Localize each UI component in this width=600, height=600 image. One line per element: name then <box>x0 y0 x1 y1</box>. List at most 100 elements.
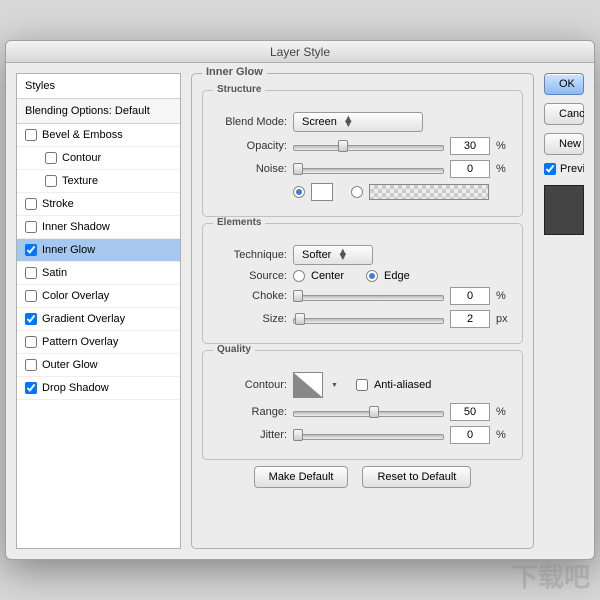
opacity-slider[interactable] <box>293 139 444 153</box>
sidebar-item-label: Bevel & Emboss <box>42 129 123 141</box>
sidebar-item-texture[interactable]: Texture <box>17 170 180 193</box>
technique-select[interactable]: Softer ▲▼ <box>293 245 373 265</box>
sidebar-checkbox[interactable] <box>25 221 37 233</box>
sidebar-item-inner-glow[interactable]: Inner Glow <box>17 239 180 262</box>
anti-aliased-label: Anti-aliased <box>374 379 431 391</box>
preview-label: Preview <box>560 163 584 175</box>
opacity-label: Opacity: <box>213 140 287 152</box>
make-default-button[interactable]: Make Default <box>254 466 349 488</box>
ok-button[interactable]: OK <box>544 73 584 95</box>
main-panel: Inner Glow Structure Blend Mode: Screen … <box>191 73 534 549</box>
sidebar-checkbox[interactable] <box>25 267 37 279</box>
gradient-radio[interactable] <box>351 186 363 198</box>
sidebar-item-color-overlay[interactable]: Color Overlay <box>17 285 180 308</box>
sidebar-checkbox[interactable] <box>45 175 57 187</box>
sidebar-item-bevel-emboss[interactable]: Bevel & Emboss <box>17 124 180 147</box>
opacity-input[interactable]: 30 <box>450 137 490 155</box>
sidebar-item-inner-shadow[interactable]: Inner Shadow <box>17 216 180 239</box>
preview-checkbox[interactable] <box>544 163 556 175</box>
noise-label: Noise: <box>213 163 287 175</box>
source-center-radio[interactable] <box>293 270 305 282</box>
solid-color-radio[interactable] <box>293 186 305 198</box>
sidebar-item-label: Inner Glow <box>42 244 95 256</box>
sidebar-item-gradient-overlay[interactable]: Gradient Overlay <box>17 308 180 331</box>
sidebar-checkbox[interactable] <box>25 382 37 394</box>
sidebar-item-label: Drop Shadow <box>42 382 109 394</box>
technique-label: Technique: <box>213 249 287 261</box>
chevron-down-icon[interactable]: ▼ <box>331 382 338 389</box>
sidebar-checkbox[interactable] <box>25 359 37 371</box>
blend-mode-label: Blend Mode: <box>213 116 287 128</box>
noise-input[interactable]: 0 <box>450 160 490 178</box>
sidebar-item-label: Contour <box>62 152 101 164</box>
sidebar-item-drop-shadow[interactable]: Drop Shadow <box>17 377 180 400</box>
noise-row: Noise: 0 % <box>213 160 512 178</box>
range-input[interactable]: 50 <box>450 403 490 421</box>
sidebar-item-label: Inner Shadow <box>42 221 110 233</box>
size-unit: px <box>496 313 512 325</box>
elements-legend: Elements <box>213 217 265 228</box>
titlebar: Layer Style <box>6 41 594 63</box>
preview-row: Preview <box>544 163 584 175</box>
preview-swatch <box>544 185 584 235</box>
range-slider[interactable] <box>293 405 444 419</box>
quality-legend: Quality <box>213 344 255 355</box>
noise-unit: % <box>496 163 512 175</box>
opacity-unit: % <box>496 140 512 152</box>
contour-picker[interactable] <box>293 372 323 398</box>
styles-sidebar: Styles Blending Options: Default Bevel &… <box>16 73 181 549</box>
inner-glow-group: Inner Glow Structure Blend Mode: Screen … <box>191 73 534 549</box>
structure-group: Structure Blend Mode: Screen ▲▼ Opacity:… <box>202 90 523 217</box>
size-input[interactable]: 2 <box>450 310 490 328</box>
source-center-label: Center <box>311 270 344 282</box>
sidebar-blending-options[interactable]: Blending Options: Default <box>17 99 180 124</box>
blend-mode-value: Screen <box>302 116 337 128</box>
choke-row: Choke: 0 % <box>213 287 512 305</box>
blend-mode-select[interactable]: Screen ▲▼ <box>293 112 423 132</box>
structure-legend: Structure <box>213 84 265 95</box>
choke-slider[interactable] <box>293 289 444 303</box>
sidebar-item-label: Pattern Overlay <box>42 336 118 348</box>
jitter-row: Jitter: 0 % <box>213 426 512 444</box>
jitter-slider[interactable] <box>293 428 444 442</box>
sidebar-checkbox[interactable] <box>45 152 57 164</box>
sidebar-item-satin[interactable]: Satin <box>17 262 180 285</box>
size-slider[interactable] <box>293 312 444 326</box>
source-row: Source: Center Edge <box>213 270 512 282</box>
cancel-button[interactable]: Cancel <box>544 103 584 125</box>
sidebar-checkbox[interactable] <box>25 336 37 348</box>
updown-icon: ▲▼ <box>337 250 348 260</box>
sidebar-checkbox[interactable] <box>25 290 37 302</box>
blend-mode-row: Blend Mode: Screen ▲▼ <box>213 112 512 132</box>
glow-gradient-swatch[interactable] <box>369 184 489 200</box>
sidebar-checkbox[interactable] <box>25 198 37 210</box>
source-label: Source: <box>213 270 287 282</box>
defaults-buttons: Make Default Reset to Default <box>202 466 523 488</box>
sidebar-item-label: Color Overlay <box>42 290 109 302</box>
sidebar-header[interactable]: Styles <box>17 74 180 99</box>
contour-row: Contour: ▼ Anti-aliased <box>213 372 512 398</box>
layer-style-dialog: Layer Style Styles Blending Options: Def… <box>5 40 595 560</box>
source-edge-radio[interactable] <box>366 270 378 282</box>
quality-group: Quality Contour: ▼ Anti-aliased Range: 5… <box>202 350 523 460</box>
jitter-input[interactable]: 0 <box>450 426 490 444</box>
sidebar-item-outer-glow[interactable]: Outer Glow <box>17 354 180 377</box>
sidebar-checkbox[interactable] <box>25 313 37 325</box>
opacity-row: Opacity: 30 % <box>213 137 512 155</box>
sidebar-item-pattern-overlay[interactable]: Pattern Overlay <box>17 331 180 354</box>
sidebar-checkbox[interactable] <box>25 129 37 141</box>
sidebar-checkbox[interactable] <box>25 244 37 256</box>
size-row: Size: 2 px <box>213 310 512 328</box>
sidebar-item-contour[interactable]: Contour <box>17 147 180 170</box>
jitter-unit: % <box>496 429 512 441</box>
glow-color-swatch[interactable] <box>311 183 333 201</box>
jitter-label: Jitter: <box>213 429 287 441</box>
technique-row: Technique: Softer ▲▼ <box>213 245 512 265</box>
noise-slider[interactable] <box>293 162 444 176</box>
sidebar-item-stroke[interactable]: Stroke <box>17 193 180 216</box>
choke-label: Choke: <box>213 290 287 302</box>
choke-input[interactable]: 0 <box>450 287 490 305</box>
anti-aliased-checkbox[interactable] <box>356 379 368 391</box>
new-style-button[interactable]: New Style... <box>544 133 584 155</box>
reset-default-button[interactable]: Reset to Default <box>362 466 471 488</box>
